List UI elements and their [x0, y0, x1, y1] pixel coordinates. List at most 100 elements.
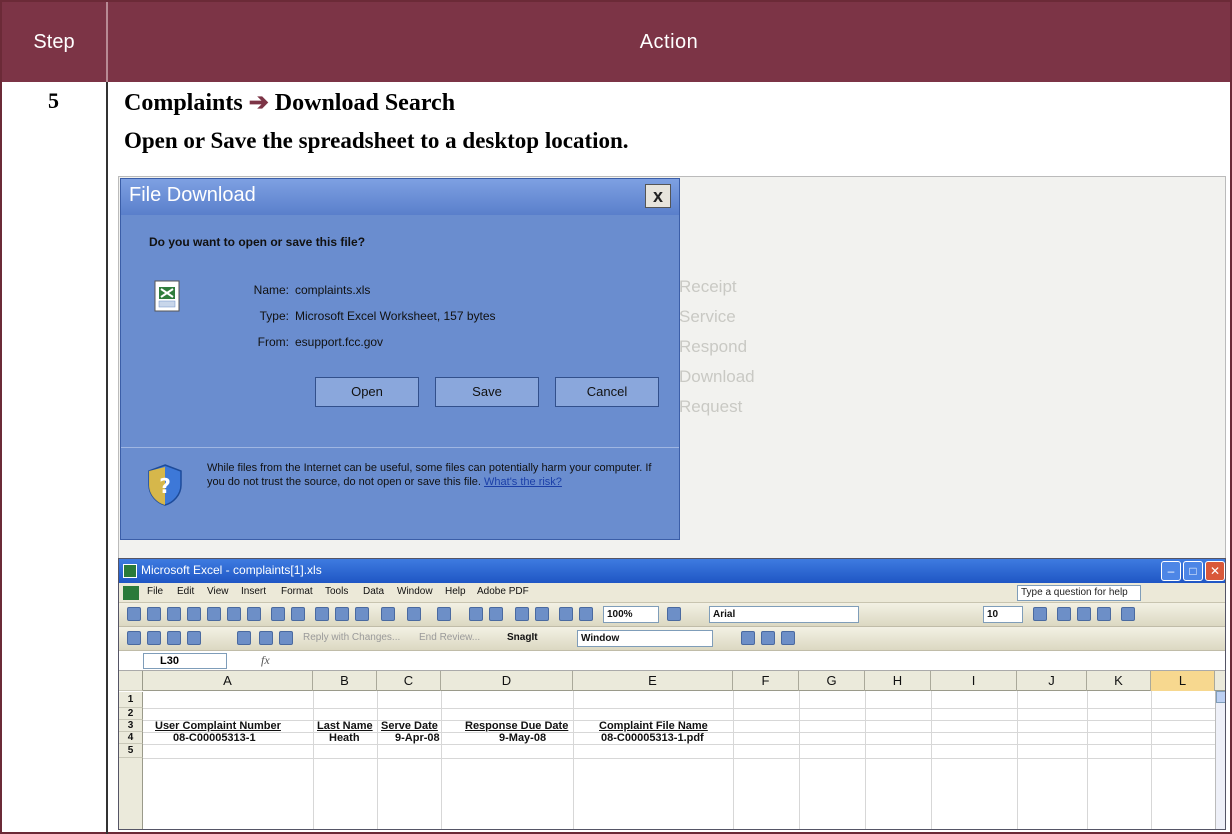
align-right-icon[interactable]	[1097, 607, 1111, 621]
zoom-select[interactable]: 100%	[603, 606, 659, 623]
review-icon[interactable]	[187, 631, 201, 645]
sort-ascending-icon[interactable]	[515, 607, 529, 621]
standard-toolbar: 100% Arial 10	[119, 603, 1225, 627]
menu-data[interactable]: Data	[363, 586, 384, 597]
open-button[interactable]: Open	[315, 377, 419, 407]
cell-e3[interactable]: Complaint File Name	[599, 720, 708, 732]
column-header[interactable]: B	[313, 671, 377, 691]
function-icon[interactable]: fx	[261, 653, 270, 668]
row-header[interactable]: 4	[119, 732, 143, 744]
name-box[interactable]: L30	[143, 653, 227, 669]
cell-e4[interactable]: 08-C00005313-1.pdf	[601, 732, 704, 744]
chart-wizard-icon[interactable]	[559, 607, 573, 621]
column-header[interactable]: E	[573, 671, 733, 691]
help-icon[interactable]	[667, 607, 681, 621]
column-header[interactable]: J	[1017, 671, 1087, 691]
cell-a4[interactable]: 08-C00005313-1	[173, 732, 256, 744]
save-icon[interactable]	[167, 607, 181, 621]
row-header[interactable]: 3	[119, 720, 143, 732]
review-icon[interactable]	[147, 631, 161, 645]
cell-b3[interactable]: Last Name	[317, 720, 373, 732]
cancel-button[interactable]: Cancel	[555, 377, 659, 407]
background-text: Respond	[679, 337, 748, 356]
review-icon[interactable]	[237, 631, 251, 645]
save-button[interactable]: Save	[435, 377, 539, 407]
hyperlink-icon[interactable]	[469, 607, 483, 621]
action-instruction: Open or Save the spreadsheet to a deskto…	[124, 128, 629, 153]
whats-the-risk-link[interactable]: What's the risk?	[484, 476, 562, 488]
review-icon[interactable]	[259, 631, 273, 645]
menu-view[interactable]: View	[207, 586, 229, 597]
menu-tools[interactable]: Tools	[325, 586, 348, 597]
column-header[interactable]: L	[1151, 671, 1215, 691]
column-header[interactable]: I	[931, 671, 1017, 691]
select-all-corner[interactable]	[119, 671, 143, 691]
new-icon[interactable]	[127, 607, 141, 621]
pdf-icon[interactable]	[761, 631, 775, 645]
borders-icon[interactable]	[1121, 607, 1135, 621]
row-header[interactable]: 1	[119, 692, 143, 708]
column-header[interactable]: F	[733, 671, 799, 691]
print-icon[interactable]	[227, 607, 241, 621]
snagit-mode-select[interactable]: Window	[577, 630, 713, 647]
end-review[interactable]: End Review...	[419, 632, 480, 643]
pdf-icon[interactable]	[781, 631, 795, 645]
column-header[interactable]: H	[865, 671, 931, 691]
reply-with-changes[interactable]: Reply with Changes...	[303, 632, 400, 643]
redo-icon[interactable]	[437, 607, 451, 621]
email-icon[interactable]	[207, 607, 221, 621]
vertical-scrollbar[interactable]	[1215, 691, 1225, 829]
pdf-icon[interactable]	[741, 631, 755, 645]
cell-d4[interactable]: 9-May-08	[499, 732, 546, 744]
permission-icon[interactable]	[187, 607, 201, 621]
menu-adobe-pdf[interactable]: Adobe PDF	[477, 586, 529, 597]
column-header[interactable]: C	[377, 671, 441, 691]
font-size-select[interactable]: 10	[983, 606, 1023, 623]
menu-file[interactable]: File	[147, 586, 163, 597]
cell-b4[interactable]: Heath	[329, 732, 360, 744]
column-header[interactable]: A	[143, 671, 313, 691]
cell-c3[interactable]: Serve Date	[381, 720, 438, 732]
paste-icon[interactable]	[355, 607, 369, 621]
review-icon[interactable]	[127, 631, 141, 645]
column-header[interactable]: G	[799, 671, 865, 691]
menu-help[interactable]: Help	[445, 586, 466, 597]
menu-edit[interactable]: Edit	[177, 586, 194, 597]
cell-d3[interactable]: Response Due Date	[465, 720, 568, 732]
print-preview-icon[interactable]	[247, 607, 261, 621]
help-search-input[interactable]: Type a question for help	[1017, 585, 1141, 601]
review-icon[interactable]	[279, 631, 293, 645]
menu-window[interactable]: Window	[397, 586, 433, 597]
row-header[interactable]: 2	[119, 708, 143, 720]
bold-icon[interactable]	[1033, 607, 1047, 621]
row-header[interactable]: 5	[119, 744, 143, 758]
close-window-button[interactable]: ✕	[1205, 561, 1225, 581]
snagit-button[interactable]: SnagIt	[507, 632, 538, 643]
format-painter-icon[interactable]	[381, 607, 395, 621]
review-icon[interactable]	[167, 631, 181, 645]
maximize-button[interactable]: □	[1183, 561, 1203, 581]
open-icon[interactable]	[147, 607, 161, 621]
font-name-select[interactable]: Arial	[709, 606, 859, 623]
cell-c4[interactable]: 9-Apr-08	[395, 732, 440, 744]
sort-descending-icon[interactable]	[535, 607, 549, 621]
menu-insert[interactable]: Insert	[241, 586, 266, 597]
background-text: Request	[679, 397, 743, 416]
scroll-up-button[interactable]	[1216, 691, 1225, 703]
minimize-button[interactable]: –	[1161, 561, 1181, 581]
undo-icon[interactable]	[407, 607, 421, 621]
align-center-icon[interactable]	[1077, 607, 1091, 621]
close-button[interactable]: x	[645, 184, 671, 208]
cut-icon[interactable]	[315, 607, 329, 621]
column-header[interactable]: K	[1087, 671, 1151, 691]
autosum-icon[interactable]	[489, 607, 503, 621]
align-left-icon[interactable]	[1057, 607, 1071, 621]
copy-icon[interactable]	[335, 607, 349, 621]
column-header[interactable]: D	[441, 671, 573, 691]
drawing-icon[interactable]	[579, 607, 593, 621]
spelling-icon[interactable]	[271, 607, 285, 621]
cell-a3[interactable]: User Complaint Number	[155, 720, 281, 732]
gridline	[865, 691, 866, 829]
menu-format[interactable]: Format	[281, 586, 313, 597]
research-icon[interactable]	[291, 607, 305, 621]
